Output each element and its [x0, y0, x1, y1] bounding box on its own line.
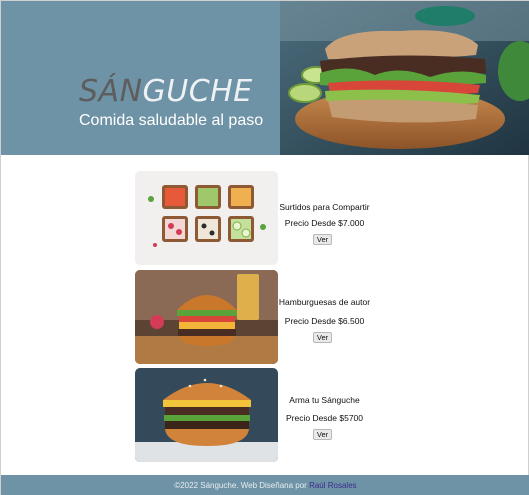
site-logo[interactable]: SÁNGUCHE	[79, 77, 253, 107]
product-price: Precio Desde $5700	[285, 413, 364, 423]
hero-banner: SÁNGUCHE Comida saludable al paso	[1, 1, 280, 155]
product-image-burger	[135, 270, 278, 364]
product-image-toasts	[135, 171, 278, 265]
site-header: SÁNGUCHE Comida saludable al paso	[1, 1, 529, 155]
product-name: Arma tu Sánguche	[289, 395, 360, 405]
product-name: Surtidos para Compartir	[279, 202, 370, 212]
view-button[interactable]: Ver	[313, 332, 332, 343]
product-name: Hamburguesas de autor	[278, 297, 371, 307]
site-tagline: Comida saludable al paso	[79, 112, 264, 129]
product-card: Surtidos para Compartir Precio Desde $7.…	[135, 171, 371, 265]
product-price: Precio Desde $6.500	[284, 316, 365, 326]
product-info: Surtidos para Compartir Precio Desde $7.…	[278, 171, 371, 265]
product-card: Hamburguesas de autor Precio Desde $6.50…	[135, 270, 371, 364]
footer-copyright: ©2022 Sánguche. Web Diseñana por	[174, 481, 307, 490]
view-button[interactable]: Ver	[313, 234, 332, 245]
product-info: Hamburguesas de autor Precio Desde $6.50…	[278, 270, 371, 364]
view-button[interactable]: Ver	[313, 429, 332, 440]
logo-part-2: GUCHE	[142, 74, 253, 109]
product-info: Arma tu Sánguche Precio Desde $5700 Ver	[278, 368, 371, 462]
product-image-build-your-own	[135, 368, 278, 462]
site-footer: ©2022 Sánguche. Web Diseñana por Raúl Ro…	[1, 475, 529, 495]
logo-part-1: SÁN	[79, 74, 143, 109]
product-price: Precio Desde $7.000	[284, 218, 365, 228]
hero-sandwich-image	[280, 1, 529, 155]
product-card: Arma tu Sánguche Precio Desde $5700 Ver	[135, 368, 371, 462]
author-link[interactable]: Raúl Rosales	[309, 481, 357, 490]
